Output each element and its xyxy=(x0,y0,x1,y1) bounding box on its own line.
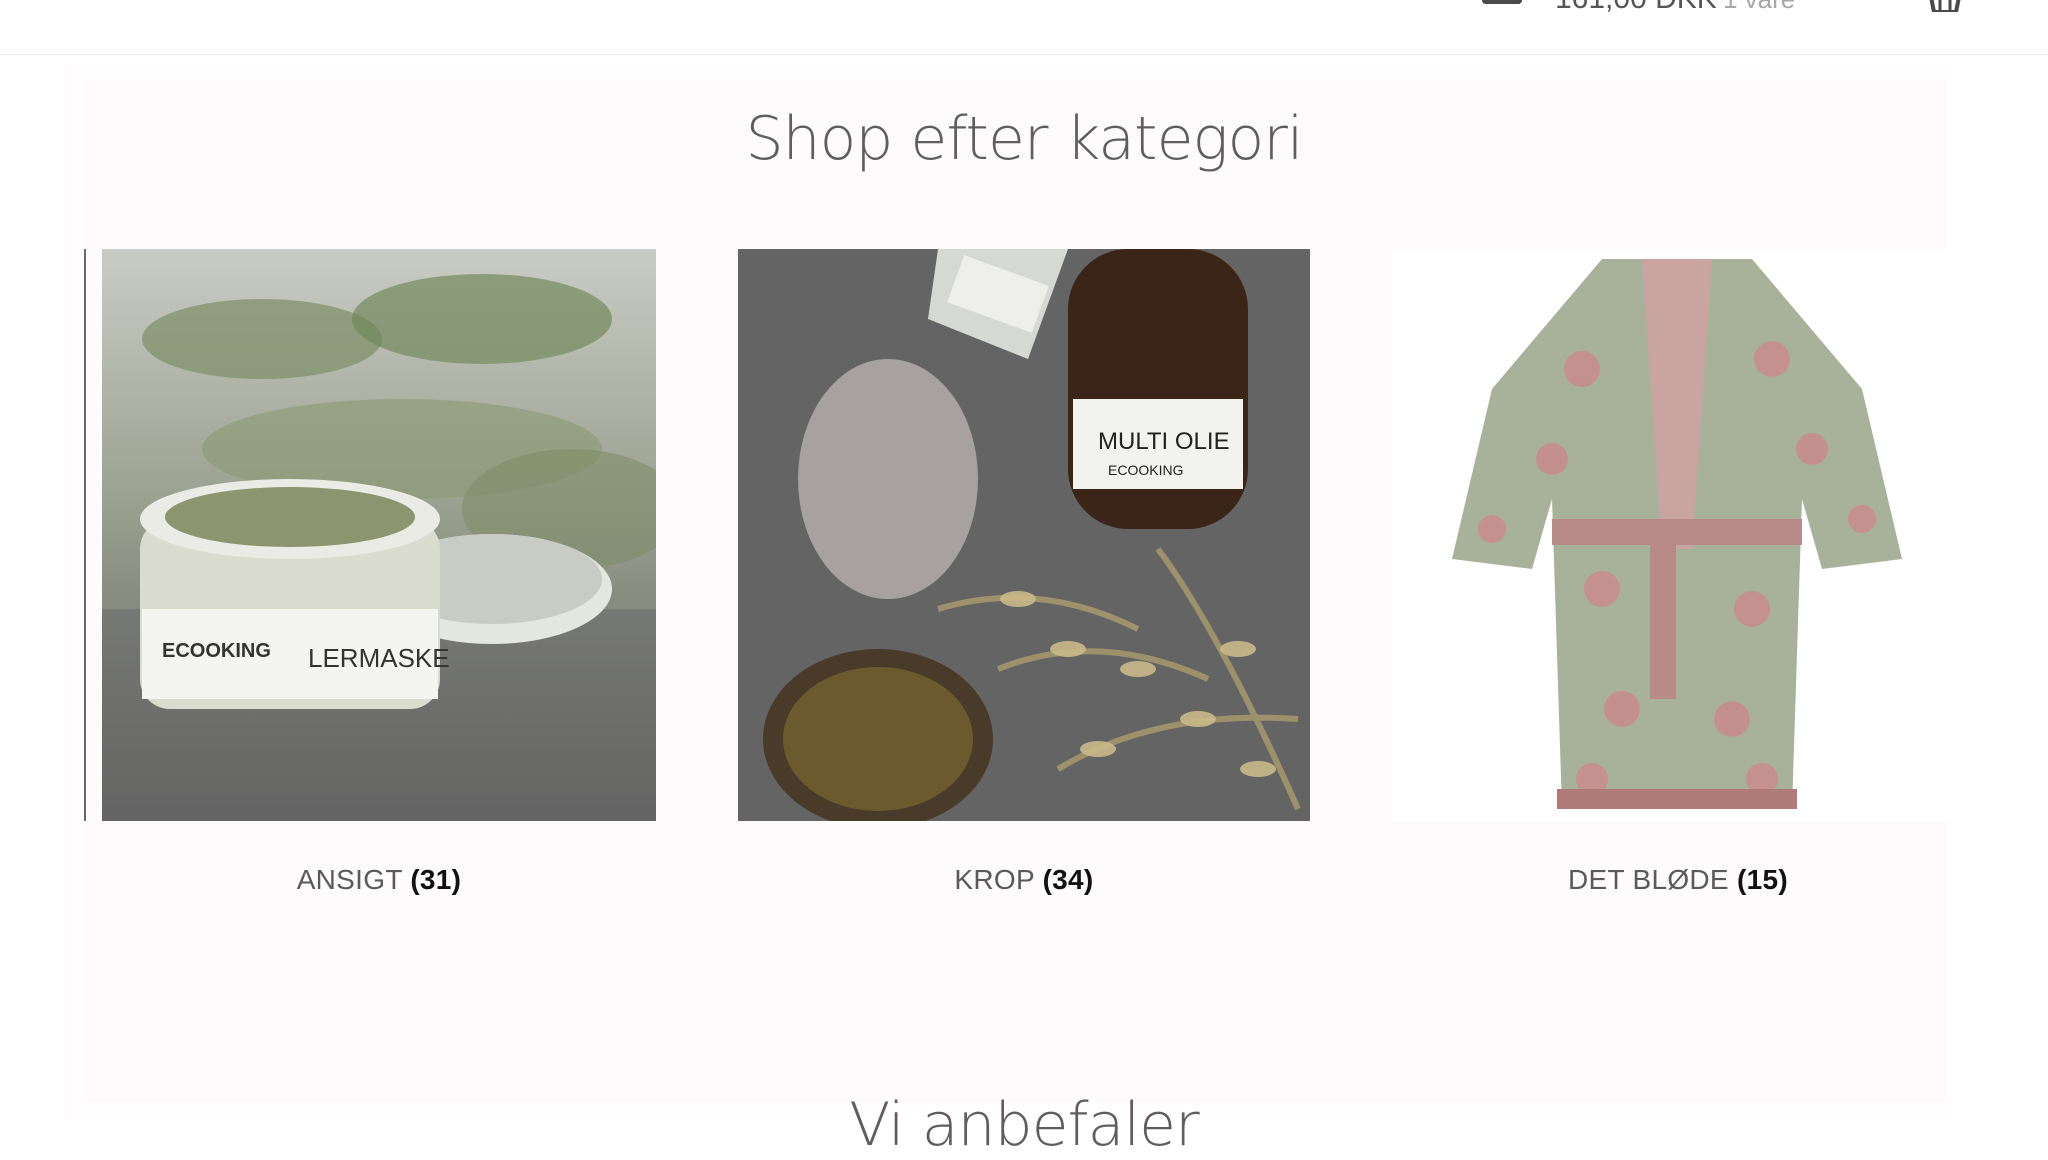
svg-text:LERMASKE: LERMASKE xyxy=(308,643,450,673)
svg-text:MULTI OLIE: MULTI OLIE xyxy=(1098,428,1230,455)
carousel-edge xyxy=(84,249,86,821)
category-name: DET BLØDE xyxy=(1568,864,1729,895)
wallet-icon[interactable] xyxy=(1482,0,1522,4)
svg-text:ECOOKING: ECOOKING xyxy=(1108,462,1183,478)
category-count: (34) xyxy=(1042,864,1094,895)
category-name: ANSIGT xyxy=(296,864,403,895)
svg-text:ECOOKING: ECOOKING xyxy=(162,640,271,662)
category-count: (15) xyxy=(1737,864,1788,895)
cart-item-count[interactable]: 1 vare xyxy=(1723,0,1795,15)
category-label-det-bloede[interactable]: DET BLØDE (15) xyxy=(1392,864,1964,896)
category-tile-ansigt[interactable]: ECOOKING LERMASKE xyxy=(102,249,656,821)
category-tile-det-bloede[interactable] xyxy=(1392,249,1964,821)
cart-total[interactable]: 161,00 DKK xyxy=(1555,0,1717,16)
category-count: (31) xyxy=(410,864,462,895)
section-title: Shop efter kategori xyxy=(745,104,1303,174)
salt-and-multi-oil-photo: MULTI OLIE ECOOKING xyxy=(738,249,1310,821)
category-name: KROP xyxy=(954,864,1035,895)
category-tile-krop[interactable]: MULTI OLIE ECOOKING xyxy=(738,249,1310,821)
category-label-ansigt[interactable]: ANSIGT (31) xyxy=(102,864,656,896)
recommend-section-title: Vi anbefaler xyxy=(849,1090,1199,1160)
category-label-krop[interactable]: KROP (34) xyxy=(738,864,1310,896)
floral-kimono-robe-photo xyxy=(1392,249,1964,821)
clay-mask-jar-photo: ECOOKING LERMASKE xyxy=(102,249,656,821)
site-header: 161,00 DKK 1 vare xyxy=(0,0,2048,55)
basket-icon[interactable] xyxy=(1928,0,1962,12)
